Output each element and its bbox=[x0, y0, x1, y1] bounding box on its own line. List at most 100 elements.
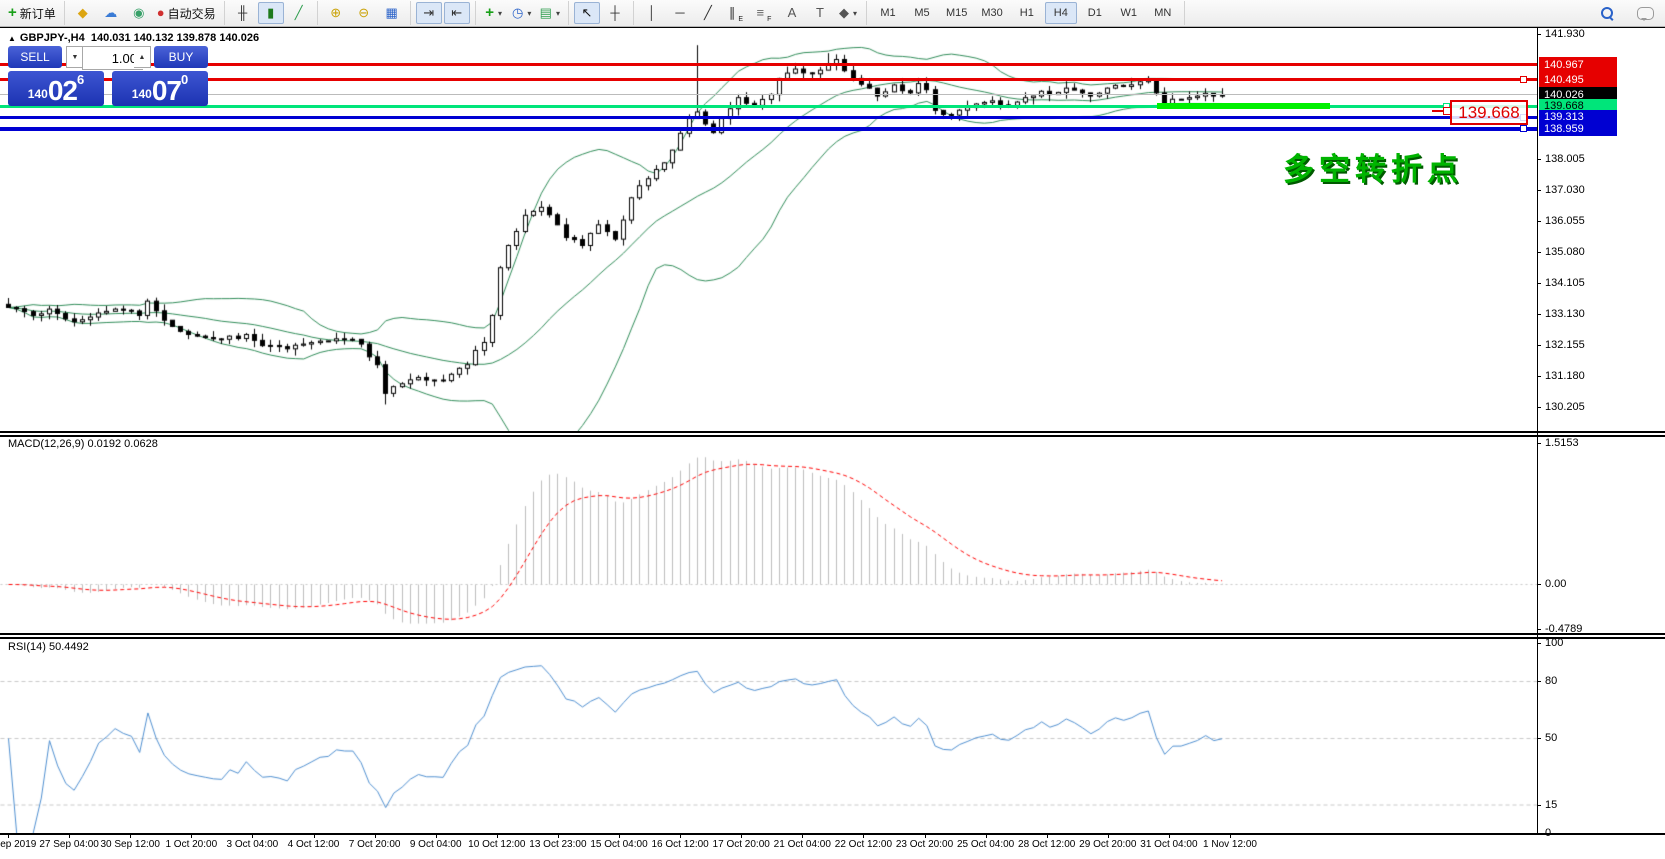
current-price-line[interactable] bbox=[0, 94, 1537, 95]
line-chart-button[interactable]: ╱ bbox=[286, 2, 312, 24]
sell-price-button[interactable]: 140026 bbox=[8, 71, 104, 106]
timeframe-w1-button[interactable]: W1 bbox=[1113, 2, 1145, 24]
chevron-up-icon: ▲ bbox=[139, 54, 146, 61]
time-axis-tick bbox=[1169, 833, 1170, 838]
resistance-line-1[interactable] bbox=[0, 63, 1537, 66]
buy-button[interactable]: BUY bbox=[154, 46, 208, 68]
timeframe-m15-button[interactable]: M15 bbox=[940, 2, 973, 24]
text-button[interactable]: A bbox=[779, 2, 805, 24]
templates-button[interactable]: ▤▾ bbox=[537, 2, 563, 24]
chart-shift-button[interactable]: ⇤ bbox=[444, 2, 470, 24]
time-axis-tick bbox=[497, 833, 498, 838]
toolbar: +新订单◆☁◉●自动交易╫▮╱⊕⊖▦⇥⇤+▾◷▾▤▾↖┼│─╱∥E≡FAT◆▾M… bbox=[0, 0, 1665, 27]
fibonacci-icon-sub: F bbox=[767, 16, 771, 23]
new-order-button[interactable]: +新订单 bbox=[5, 2, 59, 24]
resistance-line-2-handle[interactable] bbox=[1520, 76, 1527, 83]
price-axis-tick bbox=[1537, 159, 1541, 160]
toolbar-group-objects: +▾◷▾▤▾ bbox=[476, 1, 569, 25]
time-axis-tick bbox=[8, 833, 9, 838]
time-axis-tick bbox=[802, 833, 803, 838]
timeframe-m30-button[interactable]: M30 bbox=[975, 2, 1008, 24]
time-axis-label: 10 Oct 12:00 bbox=[468, 839, 525, 850]
time-axis-label: 22 Oct 12:00 bbox=[835, 839, 892, 850]
channel-button[interactable]: ∥E bbox=[723, 2, 749, 24]
bar-chart-button[interactable]: ╫ bbox=[230, 2, 256, 24]
time-axis-tick bbox=[1108, 833, 1109, 838]
pivot-annotation-text[interactable]: 多空转折点 bbox=[1283, 144, 1463, 189]
arrows-button[interactable]: ◆▾ bbox=[835, 2, 861, 24]
price-flag-label[interactable]: 139.668 bbox=[1450, 100, 1528, 125]
autotrading-button[interactable]: ●自动交易 bbox=[154, 2, 219, 24]
periods-button[interactable]: ◷▾ bbox=[509, 2, 535, 24]
fibonacci-button[interactable]: ≡F bbox=[751, 2, 777, 24]
signal-icon: ◉ bbox=[133, 3, 144, 23]
sell-price-big: 02 bbox=[48, 78, 77, 104]
rsi-panel-separator[interactable] bbox=[0, 633, 1665, 639]
signals-button[interactable]: ◉ bbox=[126, 2, 152, 24]
time-axis-label: 1 Nov 12:00 bbox=[1203, 839, 1257, 850]
profile-cloud-icon: ☁ bbox=[104, 3, 117, 23]
chevron-down-icon: ▼ bbox=[72, 54, 79, 61]
trendline-button[interactable]: ╱ bbox=[695, 2, 721, 24]
rsi-indicator-canvas[interactable] bbox=[0, 640, 1537, 833]
chevron-down-icon: ▾ bbox=[527, 9, 531, 18]
zoom-out-button[interactable]: ⊖ bbox=[351, 2, 377, 24]
bar-chart-icon: ╫ bbox=[238, 3, 247, 23]
timeframe-h1-button[interactable]: H1 bbox=[1011, 2, 1043, 24]
time-axis-tick bbox=[558, 833, 559, 838]
support-line-2[interactable] bbox=[0, 127, 1537, 131]
sell-button[interactable]: SELL bbox=[8, 46, 62, 68]
horizontal-line-button[interactable]: ─ bbox=[667, 2, 693, 24]
support-line-2-handle[interactable] bbox=[1520, 125, 1527, 132]
time-axis-tick bbox=[130, 833, 131, 838]
resistance-line-2[interactable] bbox=[0, 78, 1537, 81]
trendline-icon: ╱ bbox=[704, 3, 712, 23]
timeframe-d1-button[interactable]: D1 bbox=[1079, 2, 1111, 24]
price-axis-label: 130.205 bbox=[1545, 401, 1585, 413]
chat-button[interactable] bbox=[1632, 2, 1658, 24]
price-axis-label: 132.155 bbox=[1545, 339, 1585, 351]
timeframe-mn-button[interactable]: MN bbox=[1147, 2, 1179, 24]
scroll-end-icon: ⇥ bbox=[423, 3, 434, 23]
time-axis-label: 31 Oct 04:00 bbox=[1140, 839, 1197, 850]
support-line-1[interactable] bbox=[0, 116, 1537, 119]
timeframe-m1-button[interactable]: M1 bbox=[872, 2, 904, 24]
new-chart-button[interactable]: ◆ bbox=[70, 2, 96, 24]
indicators-button[interactable]: +▾ bbox=[481, 2, 507, 24]
timeframe-m5-button[interactable]: M5 bbox=[906, 2, 938, 24]
zoom-in-button[interactable]: ⊕ bbox=[323, 2, 349, 24]
fibonacci-icon: ≡ bbox=[757, 3, 765, 23]
time-axis-label: 1 Oct 20:00 bbox=[165, 839, 217, 850]
time-axis-label: 7 Oct 20:00 bbox=[349, 839, 401, 850]
price-axis-tick bbox=[1537, 283, 1541, 284]
time-axis-label: 30 Sep 12:00 bbox=[100, 839, 160, 850]
buy-price-big: 07 bbox=[152, 78, 181, 104]
cursor-button[interactable]: ↖ bbox=[574, 2, 600, 24]
time-axis-tick bbox=[69, 833, 70, 838]
price-axis-label: 136.055 bbox=[1545, 215, 1585, 227]
profiles-button[interactable]: ☁ bbox=[98, 2, 124, 24]
buy-price-button[interactable]: 140070 bbox=[112, 71, 208, 106]
volume-increase-button[interactable]: ▲ bbox=[134, 46, 151, 68]
macd-panel-separator[interactable] bbox=[0, 431, 1665, 437]
text-label-button[interactable]: T bbox=[807, 2, 833, 24]
time-axis-label: 25 Oct 04:00 bbox=[957, 839, 1014, 850]
toolbar-group-shift: ⇥⇤ bbox=[411, 1, 476, 25]
search-button[interactable] bbox=[1594, 2, 1620, 24]
tile-windows-icon: ▦ bbox=[386, 3, 398, 23]
vertical-line-icon: │ bbox=[648, 3, 656, 23]
candlestick-icon: ▮ bbox=[267, 3, 274, 23]
vertical-line-button[interactable]: │ bbox=[639, 2, 665, 24]
tile-windows-button[interactable]: ▦ bbox=[379, 2, 405, 24]
rsi-axis-label: 0 bbox=[1545, 827, 1551, 839]
new-order-icon: + bbox=[8, 3, 17, 23]
macd-indicator-canvas[interactable] bbox=[0, 437, 1537, 633]
price-chart-canvas[interactable] bbox=[0, 28, 1537, 431]
time-axis-label: 16 Oct 12:00 bbox=[651, 839, 708, 850]
timeframe-h4-button[interactable]: H4 bbox=[1045, 2, 1077, 24]
candlestick-button[interactable]: ▮ bbox=[258, 2, 284, 24]
crosshair-button[interactable]: ┼ bbox=[602, 2, 628, 24]
rsi-axis-label: 80 bbox=[1545, 675, 1557, 687]
scroll-to-end-button[interactable]: ⇥ bbox=[416, 2, 442, 24]
rsi-axis-tick bbox=[1537, 643, 1541, 644]
